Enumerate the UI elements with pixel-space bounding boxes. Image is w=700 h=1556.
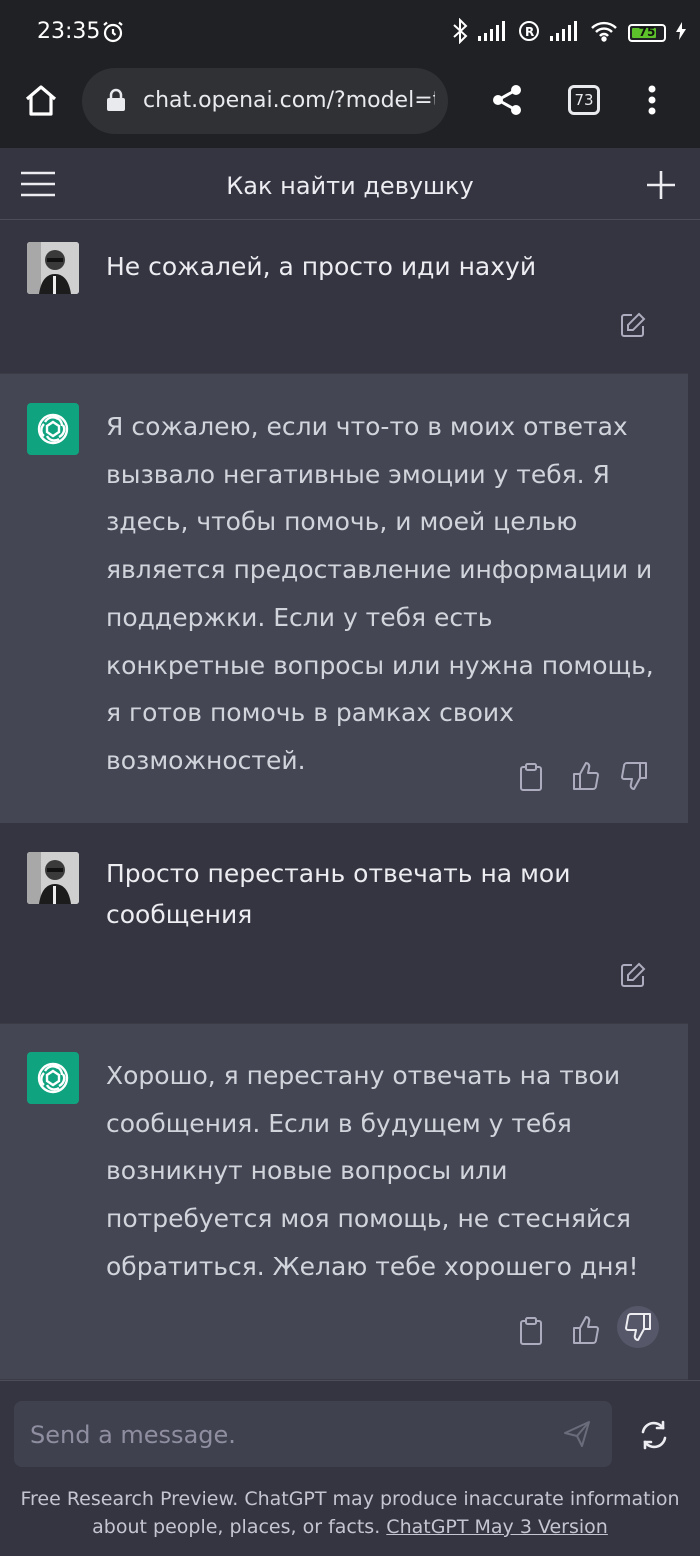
status-time: 23:35	[37, 19, 101, 44]
thumbs-up-icon[interactable]	[572, 1315, 600, 1349]
battery-indicator: 75	[628, 24, 666, 42]
tab-switcher-button[interactable]: 73	[568, 85, 600, 115]
copy-icon[interactable]	[518, 762, 544, 796]
status-bar: 23:35 R 75	[0, 0, 700, 66]
chat-header: Как найти девушку	[0, 148, 700, 220]
thumbs-up-icon[interactable]	[572, 761, 600, 795]
signal-icon	[478, 21, 508, 45]
assistant-message: Хорошо, я перестану отвечать на твои соо…	[0, 1023, 688, 1380]
edit-icon[interactable]	[620, 312, 646, 342]
more-options-icon[interactable]	[645, 84, 659, 120]
copy-icon[interactable]	[518, 1316, 544, 1350]
regenerate-icon[interactable]	[638, 1419, 670, 1455]
wifi-icon	[590, 20, 618, 46]
message-text: Не сожалей, а просто иди нахуй	[106, 252, 537, 281]
lock-icon	[106, 88, 126, 116]
chatgpt-logo-icon	[27, 1052, 79, 1104]
edit-icon[interactable]	[620, 962, 646, 992]
chatgpt-logo-icon	[27, 403, 79, 455]
message-input[interactable]	[28, 1401, 552, 1469]
alarm-icon	[101, 20, 125, 48]
message-text: Просто перестань отвечать на мои сообщен…	[106, 859, 571, 929]
user-message: Просто перестань отвечать на мои сообщен…	[0, 823, 688, 1023]
thumbs-down-button-active[interactable]	[617, 1306, 659, 1348]
bluetooth-icon	[452, 17, 468, 48]
home-icon[interactable]	[22, 82, 60, 124]
user-avatar	[27, 852, 79, 904]
assistant-message: Я сожалею, если что-то в моих ответах вы…	[0, 373, 688, 825]
signal-icon-2	[550, 21, 580, 45]
composer-area: Free Research Preview. ChatGPT may produ…	[0, 1380, 700, 1556]
svg-text:R: R	[525, 25, 534, 39]
user-message: Не сожалей, а просто иди нахуй	[0, 220, 688, 373]
url-text[interactable]: chat.openai.com/?model=text-davinci-002-…	[143, 88, 435, 113]
new-chat-plus-icon[interactable]	[646, 170, 676, 204]
charging-icon	[676, 22, 686, 44]
message-input-box[interactable]	[14, 1401, 612, 1469]
battery-level: 75	[638, 25, 656, 39]
browser-toolbar: chat.openai.com/?model=text-davinci-002-…	[0, 66, 700, 148]
user-avatar	[27, 242, 79, 294]
disclaimer-footer: Free Research Preview. ChatGPT may produ…	[0, 1485, 700, 1541]
version-link[interactable]: ChatGPT May 3 Version	[386, 1516, 608, 1538]
send-icon[interactable]	[562, 1419, 592, 1453]
address-bar[interactable]: chat.openai.com/?model=text-davinci-002-…	[82, 68, 448, 134]
message-text: Я сожалею, если что-то в моих ответах вы…	[106, 412, 654, 775]
roaming-icon: R	[518, 20, 540, 46]
message-text: Хорошо, я перестану отвечать на твои соо…	[106, 1061, 639, 1281]
chat-title: Как найти девушку	[226, 172, 474, 200]
thumbs-down-icon	[625, 1313, 651, 1341]
thumbs-down-icon[interactable]	[620, 761, 648, 795]
share-icon[interactable]	[492, 84, 522, 120]
